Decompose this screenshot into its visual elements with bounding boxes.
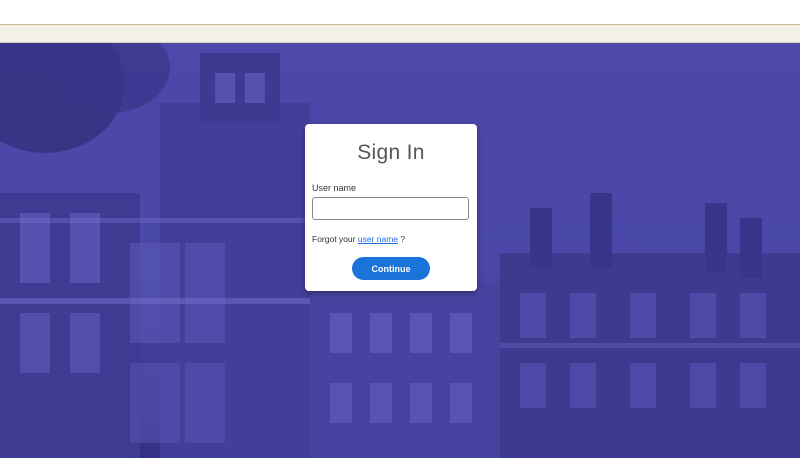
forgot-username-line: Forgot your user name ? bbox=[312, 234, 405, 244]
forgot-username-link[interactable]: user name bbox=[358, 234, 398, 244]
header-strip bbox=[0, 25, 800, 43]
sign-in-card: Sign In User name Forgot your user name … bbox=[305, 124, 477, 291]
forgot-prefix: Forgot your bbox=[312, 234, 356, 244]
top-header-bar bbox=[0, 0, 800, 25]
forgot-suffix: ? bbox=[400, 234, 406, 244]
continue-button[interactable]: Continue bbox=[352, 257, 430, 280]
username-label: User name bbox=[312, 183, 357, 193]
sign-in-title: Sign In bbox=[357, 141, 425, 164]
username-input[interactable] bbox=[312, 197, 469, 220]
